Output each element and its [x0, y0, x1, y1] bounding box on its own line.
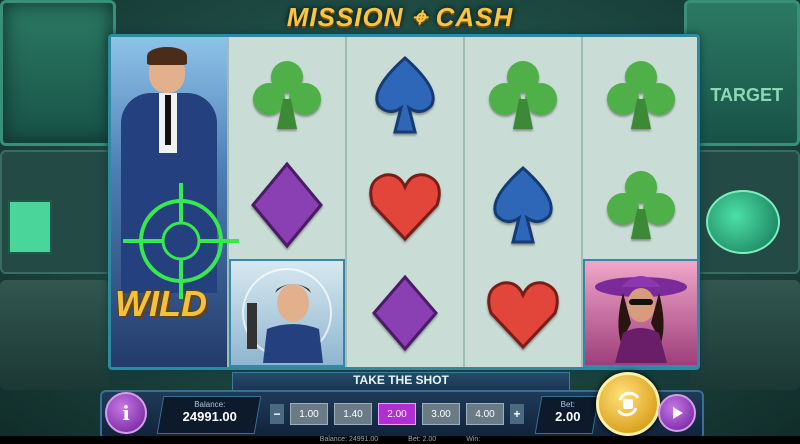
bet-decrease-button[interactable]: − [270, 404, 284, 424]
bet-option[interactable]: 1.00 [290, 403, 328, 425]
agent-tie [165, 95, 171, 145]
right-desk [690, 280, 800, 390]
reel-2 [229, 37, 347, 367]
diamond-icon [229, 151, 345, 259]
bet-option-selected[interactable]: 2.00 [378, 403, 416, 425]
heart-icon [465, 259, 581, 367]
club-icon [465, 41, 581, 149]
balance-display: Balance: 24991.00 [156, 396, 262, 434]
spade-icon [465, 151, 581, 259]
info-icon: i [122, 401, 130, 425]
bet-option[interactable]: 3.00 [422, 403, 460, 425]
agent-portrait-icon [242, 268, 332, 363]
reel-1: WILD [111, 37, 239, 367]
balance-value: 24991.00 [182, 409, 237, 424]
play-icon [673, 407, 683, 419]
spin-button[interactable] [596, 372, 660, 436]
bet-increase-button[interactable]: + [510, 404, 524, 424]
target-sign: TARGET [710, 85, 783, 105]
bet-option[interactable]: 1.40 [334, 403, 372, 425]
balance-label: Balance: [194, 400, 226, 409]
status-line: Balance: 24991.00 Bet: 2.00 Win: [0, 436, 800, 444]
heart-icon [347, 151, 463, 259]
left-desk [0, 280, 110, 390]
status-balance: Balance: 24991.00 [319, 436, 379, 443]
info-button[interactable]: i [105, 392, 147, 434]
bet-label: Bet: [560, 400, 575, 409]
club-icon [229, 41, 345, 149]
status-win: Win: [466, 436, 481, 443]
lady-symbol [583, 259, 699, 367]
bet-display: Bet: 2.00 [534, 396, 600, 434]
globe-display [706, 190, 780, 254]
reel-4 [465, 37, 583, 367]
mini-screen [8, 200, 52, 254]
autoplay-button[interactable] [658, 394, 696, 432]
agent-symbol [229, 259, 345, 367]
lady-portrait-icon [595, 276, 687, 363]
game-logo: MISSION ⌖ CASH [286, 2, 514, 32]
bet-value: 2.00 [555, 409, 581, 424]
agent-hair [147, 47, 187, 65]
reel-grid: WILD [108, 34, 700, 370]
wild-symbol-column: WILD [111, 37, 239, 367]
bet-selector: − 1.00 1.40 2.00 3.00 4.00 + [270, 402, 530, 426]
diamond-icon [347, 259, 463, 367]
club-icon [583, 41, 699, 149]
club-icon [583, 151, 699, 259]
spin-arrows-icon [616, 391, 640, 417]
reel-3 [347, 37, 465, 367]
reel-5 [583, 37, 699, 367]
bet-option[interactable]: 4.00 [466, 403, 504, 425]
spade-icon [347, 41, 463, 149]
wild-label: WILD [115, 283, 207, 324]
status-bet: Bet: 2.00 [408, 436, 437, 443]
